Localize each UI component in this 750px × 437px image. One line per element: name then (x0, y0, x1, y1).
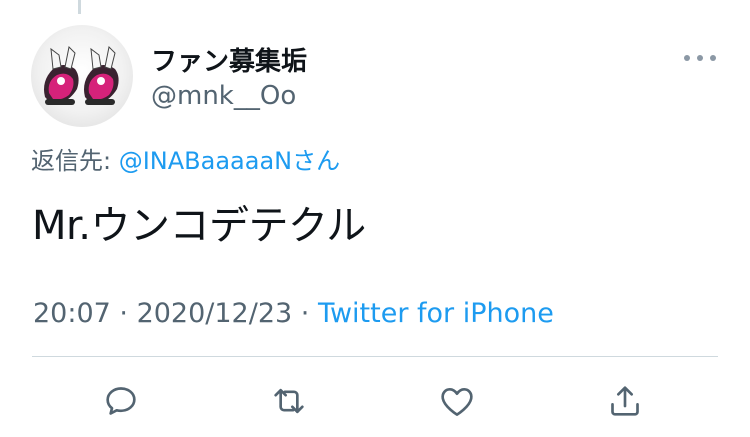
meta-separator: · (110, 298, 137, 329)
tweet-time[interactable]: 20:07 (33, 298, 111, 329)
retweet-button[interactable] (269, 381, 309, 421)
thread-connector-line (78, 0, 81, 14)
share-button[interactable] (605, 381, 645, 421)
reply-icon (106, 387, 136, 415)
tweet-text: Mr.ウンコデテクル (32, 203, 366, 249)
avatar[interactable] (31, 25, 133, 127)
reply-context: 返信先: @INABaaaaaNさん (31, 141, 340, 176)
reply-target-link[interactable]: @INABaaaaaNさん (119, 147, 340, 175)
divider (32, 356, 718, 357)
more-icon[interactable] (684, 55, 716, 63)
tweet-metadata: 20:07 · 2020/12/23 · Twitter for iPhone (33, 298, 554, 329)
retweet-icon (274, 388, 304, 414)
tweet-source-link[interactable]: Twitter for iPhone (318, 298, 554, 329)
meta-separator: · (292, 298, 318, 329)
reply-label: 返信先: (31, 147, 119, 175)
display-name[interactable]: ファン募集垢 (151, 41, 307, 78)
like-icon (441, 388, 473, 416)
avatar-image (44, 45, 119, 105)
like-button[interactable] (437, 381, 477, 421)
share-icon (611, 386, 639, 416)
user-handle[interactable]: @mnk__Oo (151, 81, 296, 111)
reply-button[interactable] (101, 381, 141, 421)
tweet-date[interactable]: 2020/12/23 (137, 298, 293, 329)
